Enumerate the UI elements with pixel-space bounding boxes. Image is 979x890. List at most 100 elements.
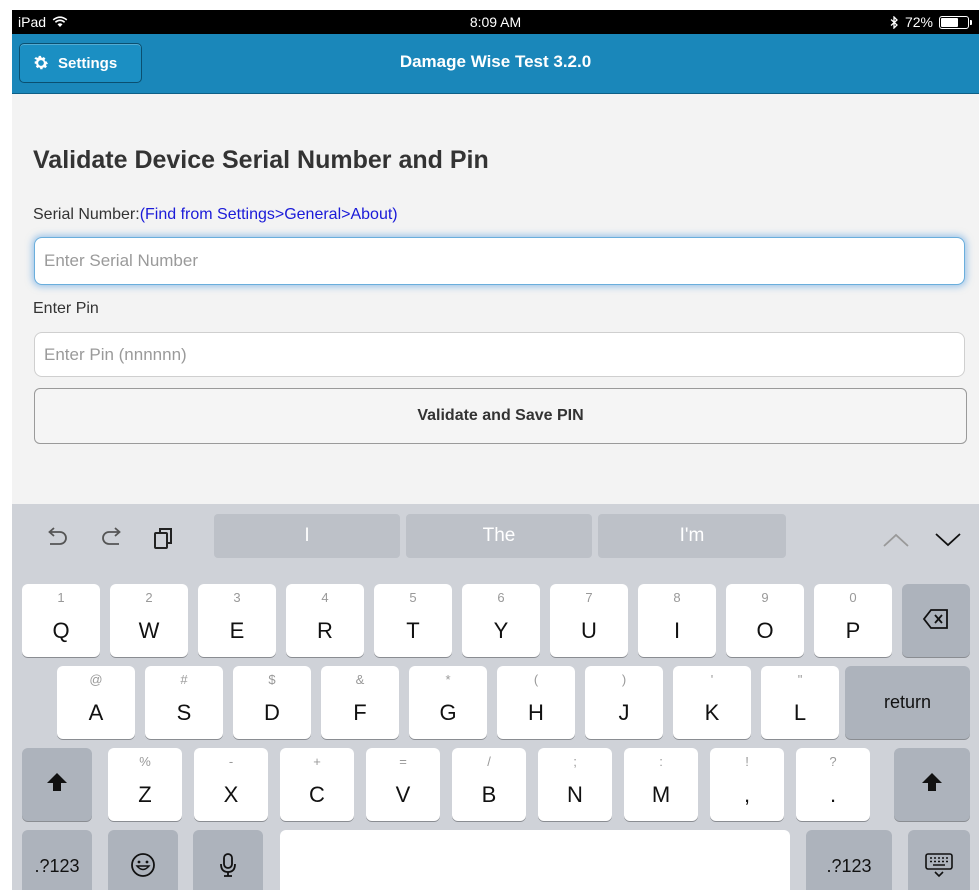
return-key[interactable]: return <box>845 666 970 739</box>
key-f[interactable]: & F <box>321 666 399 739</box>
serial-number-input[interactable]: Enter Serial Number <box>34 237 965 285</box>
key-comma[interactable]: !, <box>710 748 784 821</box>
key-hint: & <box>355 672 365 687</box>
serial-label-text: Serial Number: <box>33 206 140 223</box>
status-bar: iPad 8:09 AM 72% <box>12 10 979 34</box>
key-hint: ( <box>533 672 539 687</box>
key-z[interactable]: % Z <box>108 748 182 821</box>
redo-icon[interactable] <box>99 526 125 548</box>
key-c[interactable]: + C <box>280 748 354 821</box>
key-hint: @ <box>89 672 103 687</box>
key-character: W <box>138 618 160 643</box>
key-character: J <box>618 700 630 725</box>
validate-save-pin-button[interactable]: Validate and Save PIN <box>34 388 967 444</box>
key-character: Y <box>493 618 509 643</box>
key-character: , <box>743 782 751 807</box>
key-k[interactable]: ' K <box>673 666 751 739</box>
key-character: M <box>651 782 671 807</box>
key-character: . <box>829 782 837 807</box>
key-character: Q <box>52 618 70 643</box>
key-hint: ! <box>745 754 749 769</box>
key-p[interactable]: 0P <box>814 584 892 657</box>
nav-title: Damage Wise Test 3.2.0 <box>399 52 592 71</box>
key-h[interactable]: (H <box>497 666 575 739</box>
on-screen-keyboard: I The I'm 1 Q 2 W 3 E 4 R 5 T 6 Y 7 U 8 I 9 O 0 P @ A # S $ D & F * G… <box>12 504 979 890</box>
key-character: Z <box>138 782 152 807</box>
key-d[interactable]: $ D <box>233 666 311 739</box>
battery-icon <box>939 15 972 29</box>
space-bar[interactable] <box>280 830 790 890</box>
key-m[interactable]: :M <box>624 748 698 821</box>
key-hint: 4 <box>321 590 329 605</box>
pin-placeholder: Enter Pin (nnnnnn) <box>44 344 187 364</box>
numbers-key-left[interactable]: .?123 <box>22 830 92 890</box>
key-j[interactable]: ) J <box>585 666 663 739</box>
key-character: S <box>176 700 192 725</box>
key-hint: 9 <box>761 590 769 605</box>
key-w[interactable]: 2W <box>110 584 188 657</box>
chevron-down-icon[interactable] <box>934 532 962 548</box>
key-n[interactable]: ; N <box>538 748 612 821</box>
key-character: D <box>264 700 280 725</box>
emoji-icon <box>108 852 178 885</box>
numbers-key-right[interactable]: .?123 <box>806 830 892 890</box>
key-period[interactable]: ?. <box>796 748 870 821</box>
key-s[interactable]: # S <box>145 666 223 739</box>
key-character: O <box>756 618 774 643</box>
key-character: P <box>845 618 861 643</box>
serial-number-label: Serial Number:(Find from Settings>Genera… <box>33 206 398 224</box>
key-l[interactable]: " L <box>761 666 839 739</box>
key-a[interactable]: @ A <box>57 666 135 739</box>
key-u[interactable]: 7U <box>550 584 628 657</box>
key-character: K <box>704 700 720 725</box>
pin-input[interactable]: Enter Pin (nnnnnn) <box>34 332 965 377</box>
key-g[interactable]: * G <box>409 666 487 739</box>
shift-key-right[interactable] <box>894 748 970 821</box>
pin-label: Enter Pin <box>33 300 99 317</box>
bluetooth-icon <box>890 15 898 29</box>
key-x[interactable]: -X <box>194 748 268 821</box>
key-hint: 2 <box>145 590 153 605</box>
page-heading: Validate Device Serial Number and Pin <box>33 146 489 174</box>
status-time: 8:09 AM <box>469 14 522 30</box>
suggestion-1[interactable]: I <box>214 514 400 558</box>
key-hint: ; <box>573 754 577 769</box>
key-t[interactable]: 5T <box>374 584 452 657</box>
key-e[interactable]: 3E <box>198 584 276 657</box>
serial-help-link[interactable]: (Find from Settings>General>About) <box>140 206 398 223</box>
delete-key[interactable] <box>902 584 970 657</box>
key-character: H <box>528 700 544 725</box>
key-character: A <box>88 700 104 725</box>
key-q[interactable]: 1Q <box>22 584 100 657</box>
hide-keyboard-key[interactable] <box>908 830 970 890</box>
key-v[interactable]: = V <box>366 748 440 821</box>
key-o[interactable]: 9O <box>726 584 804 657</box>
key-hint: ? <box>829 754 837 769</box>
key-y[interactable]: 6Y <box>462 584 540 657</box>
key-hint: ' <box>710 672 714 687</box>
key-hint: + <box>313 754 321 769</box>
key-b[interactable]: / B <box>452 748 526 821</box>
shift-key-left[interactable] <box>22 748 92 821</box>
key-hint: % <box>139 754 151 769</box>
paste-icon[interactable] <box>152 526 176 550</box>
suggestion-3[interactable]: I'm <box>598 514 786 558</box>
dictation-key[interactable] <box>193 830 263 890</box>
key-label: .?123 <box>826 856 872 876</box>
key-hint: 1 <box>57 590 65 605</box>
key-character: V <box>395 782 411 807</box>
shift-icon <box>894 770 970 801</box>
key-r[interactable]: 4R <box>286 584 364 657</box>
emoji-key[interactable] <box>108 830 178 890</box>
key-character: F <box>353 700 367 725</box>
navigation-bar: Settings Damage Wise Test 3.2.0 <box>12 34 979 94</box>
undo-icon[interactable] <box>44 526 70 548</box>
key-character: L <box>793 700 807 725</box>
app-frame: iPad 8:09 AM 72% Settings Damage Wise Te… <box>12 10 979 890</box>
key-hint: 7 <box>585 590 593 605</box>
suggestion-2[interactable]: The <box>406 514 592 558</box>
key-character: T <box>406 618 420 643</box>
key-i[interactable]: 8I <box>638 584 716 657</box>
key-character: R <box>317 618 333 643</box>
chevron-up-icon[interactable] <box>882 532 910 548</box>
